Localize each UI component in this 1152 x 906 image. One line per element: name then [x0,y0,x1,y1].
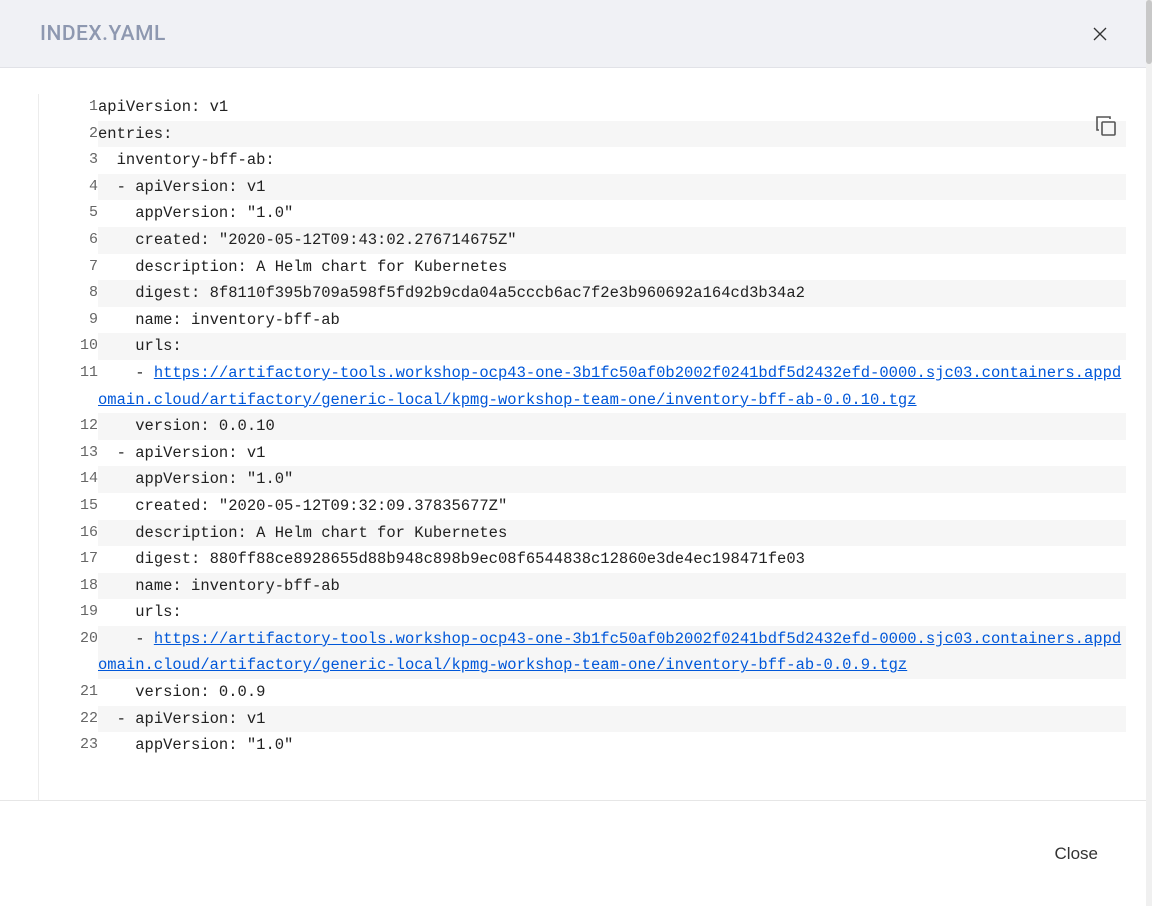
code-content: apiVersion: v1 [98,94,1126,121]
code-line: 13 - apiVersion: v1 [38,440,1126,467]
line-number: 15 [38,493,98,520]
code-content: - apiVersion: v1 [98,440,1126,467]
copy-icon [1094,114,1118,138]
line-number: 17 [38,546,98,573]
code-line: 17 digest: 880ff88ce8928655d88b948c898b9… [38,546,1126,573]
code-line: 8 digest: 8f8110f395b709a598f5fd92b9cda0… [38,280,1126,307]
scrollbar-thumb[interactable] [1146,0,1152,64]
code-line: 4 - apiVersion: v1 [38,174,1126,201]
url-link[interactable]: https://artifactory-tools.workshop-ocp43… [98,364,1121,409]
line-number: 21 [38,679,98,706]
line-number: 5 [38,200,98,227]
line-number: 12 [38,413,98,440]
modal-footer: Close [0,800,1146,906]
line-number: 4 [38,174,98,201]
code-table: 1apiVersion: v12entries:3 inventory-bff-… [38,94,1126,759]
code-line: 6 created: "2020-05-12T09:43:02.27671467… [38,227,1126,254]
code-content: - https://artifactory-tools.workshop-ocp… [98,360,1126,413]
code-line: 18 name: inventory-bff-ab [38,573,1126,600]
code-content: appVersion: "1.0" [98,732,1126,759]
code-content: description: A Helm chart for Kubernetes [98,254,1126,281]
line-number: 6 [38,227,98,254]
code-block: 1apiVersion: v12entries:3 inventory-bff-… [0,94,1146,800]
line-number: 23 [38,732,98,759]
code-line: 9 name: inventory-bff-ab [38,307,1126,334]
code-line: 10 urls: [38,333,1126,360]
line-number: 18 [38,573,98,600]
code-content: entries: [98,121,1126,148]
code-content: urls: [98,599,1126,626]
line-number: 2 [38,121,98,148]
code-content: name: inventory-bff-ab [98,573,1126,600]
code-content: digest: 8f8110f395b709a598f5fd92b9cda04a… [98,280,1126,307]
modal-body: 1apiVersion: v12entries:3 inventory-bff-… [0,68,1146,800]
code-line: 22 - apiVersion: v1 [38,706,1126,733]
code-line: 3 inventory-bff-ab: [38,147,1126,174]
code-content: appVersion: "1.0" [98,200,1126,227]
code-line: 19 urls: [38,599,1126,626]
code-line: 23 appVersion: "1.0" [38,732,1126,759]
code-content: description: A Helm chart for Kubernetes [98,520,1126,547]
code-line: 16 description: A Helm chart for Kuberne… [38,520,1126,547]
code-line: 14 appVersion: "1.0" [38,466,1126,493]
line-number: 1 [38,94,98,121]
line-number: 14 [38,466,98,493]
code-content: name: inventory-bff-ab [98,307,1126,334]
code-line: 15 created: "2020-05-12T09:32:09.3783567… [38,493,1126,520]
code-content: urls: [98,333,1126,360]
code-content: appVersion: "1.0" [98,466,1126,493]
url-link[interactable]: https://artifactory-tools.workshop-ocp43… [98,630,1121,675]
line-number: 13 [38,440,98,467]
code-line: 1apiVersion: v1 [38,94,1126,121]
code-line: 12 version: 0.0.10 [38,413,1126,440]
code-content: - apiVersion: v1 [98,174,1126,201]
line-number: 8 [38,280,98,307]
line-number: 9 [38,307,98,334]
code-content: created: "2020-05-12T09:43:02.276714675Z… [98,227,1126,254]
code-content: digest: 880ff88ce8928655d88b948c898b9ec0… [98,546,1126,573]
modal-header: INDEX.YAML [0,0,1152,68]
code-line: 2entries: [38,121,1126,148]
close-button[interactable]: Close [1051,836,1102,872]
line-number: 11 [38,360,98,413]
line-number: 10 [38,333,98,360]
code-line: 21 version: 0.0.9 [38,679,1126,706]
code-line: 11 - https://artifactory-tools.workshop-… [38,360,1126,413]
line-number: 20 [38,626,98,679]
code-line: 5 appVersion: "1.0" [38,200,1126,227]
line-number: 7 [38,254,98,281]
scrollbar[interactable] [1146,0,1152,906]
code-line: 20 - https://artifactory-tools.workshop-… [38,626,1126,679]
code-line: 7 description: A Helm chart for Kubernet… [38,254,1126,281]
code-content: created: "2020-05-12T09:32:09.37835677Z" [98,493,1126,520]
close-icon[interactable] [1088,22,1112,46]
code-content: version: 0.0.10 [98,413,1126,440]
line-number: 19 [38,599,98,626]
line-number: 22 [38,706,98,733]
gutter-border [38,94,39,800]
code-content: version: 0.0.9 [98,679,1126,706]
line-number: 3 [38,147,98,174]
line-number: 16 [38,520,98,547]
code-content: - https://artifactory-tools.workshop-ocp… [98,626,1126,679]
modal-title: INDEX.YAML [40,22,166,46]
code-content: inventory-bff-ab: [98,147,1126,174]
code-content: - apiVersion: v1 [98,706,1126,733]
copy-button[interactable] [1090,110,1122,145]
